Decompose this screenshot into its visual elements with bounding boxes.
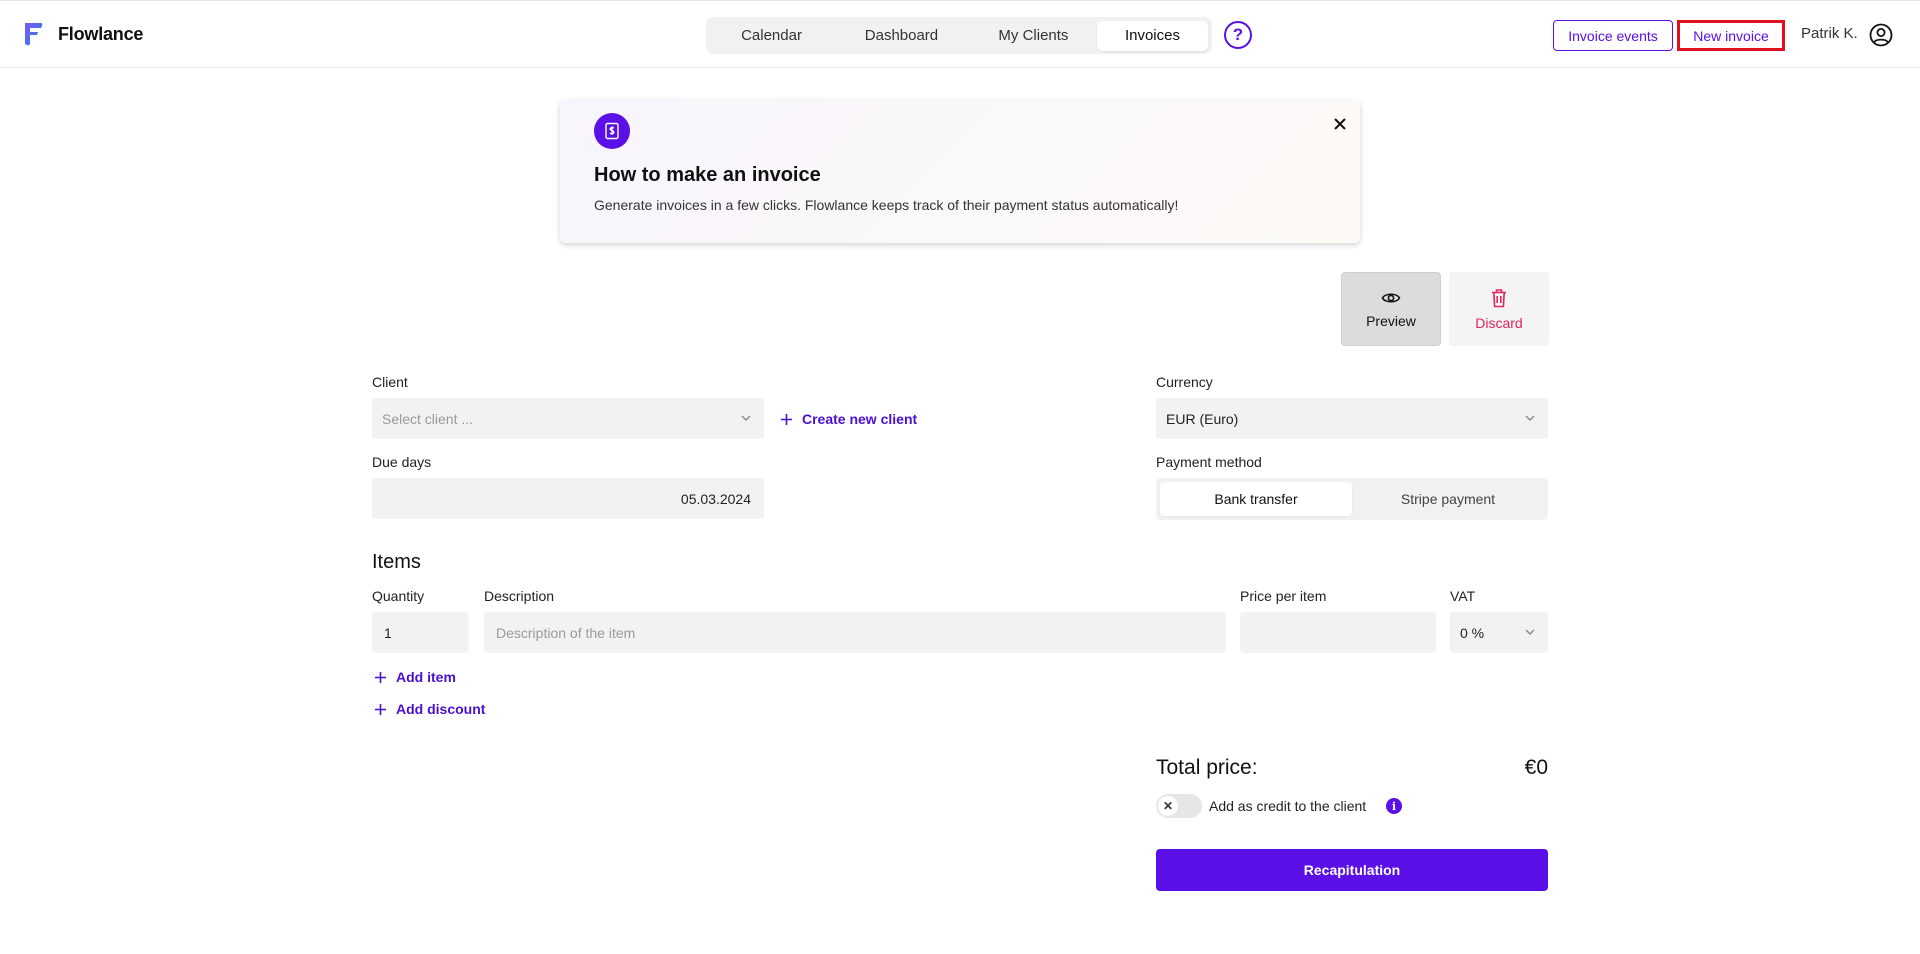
payment-method-switch: Bank transfer Stripe payment (1156, 478, 1548, 520)
chevron-down-icon (1525, 415, 1535, 421)
credit-label: Add as credit to the client (1209, 798, 1367, 814)
user-profile-icon[interactable] (1869, 23, 1893, 47)
close-icon[interactable] (1330, 114, 1350, 134)
client-select[interactable]: Select client ... (372, 398, 764, 439)
banner-title: How to make an invoice (594, 164, 821, 186)
flowlance-logo-icon (25, 23, 43, 46)
invoice-icon (594, 113, 630, 149)
help-icon[interactable]: ? (1224, 21, 1252, 49)
description-placeholder: Description of the item (496, 624, 636, 641)
price-label: Price per item (1240, 588, 1327, 604)
create-client-button[interactable]: Create new client (780, 411, 917, 427)
preview-button[interactable]: Preview (1341, 272, 1441, 346)
add-item-button[interactable]: Add item (374, 669, 456, 685)
invoice-events-button[interactable]: Invoice events (1553, 20, 1673, 51)
currency-select[interactable]: EUR (Euro) (1156, 398, 1548, 439)
chevron-down-icon (1525, 629, 1535, 635)
user-name[interactable]: Patrik K. (1801, 25, 1858, 42)
invoice-page: Flowlance Calendar Dashboard My Clients … (0, 0, 1920, 954)
plus-icon (375, 703, 386, 715)
discard-button[interactable]: Discard (1449, 272, 1549, 346)
due-days-label: Due days (372, 454, 432, 470)
plus-icon (375, 671, 386, 683)
credit-toggle[interactable]: ✕ (1156, 794, 1202, 818)
info-banner: How to make an invoice Generate invoices… (560, 100, 1360, 243)
plus-icon (781, 413, 792, 425)
due-date-value: 05.03.2024 (680, 490, 751, 507)
tab-dashboard[interactable]: Dashboard (833, 21, 970, 51)
quantity-value: 1 (384, 624, 392, 641)
quantity-label: Quantity (372, 588, 425, 604)
payment-method-label: Payment method (1156, 454, 1262, 470)
vat-value: 0 % (1460, 624, 1485, 641)
tab-calendar[interactable]: Calendar (710, 21, 833, 51)
discard-label: Discard (1475, 314, 1523, 331)
trash-icon (1492, 288, 1506, 307)
app-logo[interactable]: Flowlance (22, 21, 143, 47)
items-title: Items (372, 551, 421, 573)
description-label: Description (484, 588, 555, 604)
vat-label: VAT (1450, 588, 1476, 604)
vat-select[interactable]: 0 % (1450, 612, 1548, 653)
tab-invoices[interactable]: Invoices (1096, 20, 1209, 51)
due-date-input[interactable]: 05.03.2024 (372, 478, 764, 519)
bank-transfer-option[interactable]: Bank transfer (1160, 482, 1352, 516)
recapitulation-button[interactable]: Recapitulation (1156, 849, 1548, 891)
tab-my-clients[interactable]: My Clients (970, 21, 1097, 51)
stripe-payment-option[interactable]: Stripe payment (1352, 482, 1544, 516)
description-input[interactable]: Description of the item (484, 612, 1226, 653)
app-name: Flowlance (58, 23, 144, 44)
currency-value: EUR (Euro) (1166, 410, 1239, 427)
new-invoice-button[interactable]: New invoice (1677, 20, 1785, 51)
add-item-label: Add item (396, 669, 456, 685)
total-price-label: Total price: (1156, 756, 1258, 779)
info-icon[interactable]: i (1386, 798, 1402, 814)
chevron-down-icon (741, 415, 751, 421)
eye-icon (1381, 292, 1401, 303)
create-client-label: Create new client (802, 411, 918, 427)
top-header: Flowlance Calendar Dashboard My Clients … (0, 0, 1920, 68)
client-placeholder: Select client ... (382, 410, 474, 427)
main-nav: Calendar Dashboard My Clients Invoices (706, 17, 1212, 54)
quantity-input[interactable]: 1 (372, 612, 469, 653)
preview-label: Preview (1366, 312, 1416, 329)
price-input[interactable] (1240, 612, 1436, 653)
currency-label: Currency (1156, 374, 1213, 390)
banner-text: Generate invoices in a few clicks. Flowl… (594, 197, 1179, 213)
add-discount-button[interactable]: Add discount (374, 701, 485, 717)
toggle-off-icon: ✕ (1158, 796, 1178, 816)
client-label: Client (372, 374, 408, 390)
add-discount-label: Add discount (396, 701, 486, 717)
total-price-value: €0 (1524, 756, 1548, 779)
